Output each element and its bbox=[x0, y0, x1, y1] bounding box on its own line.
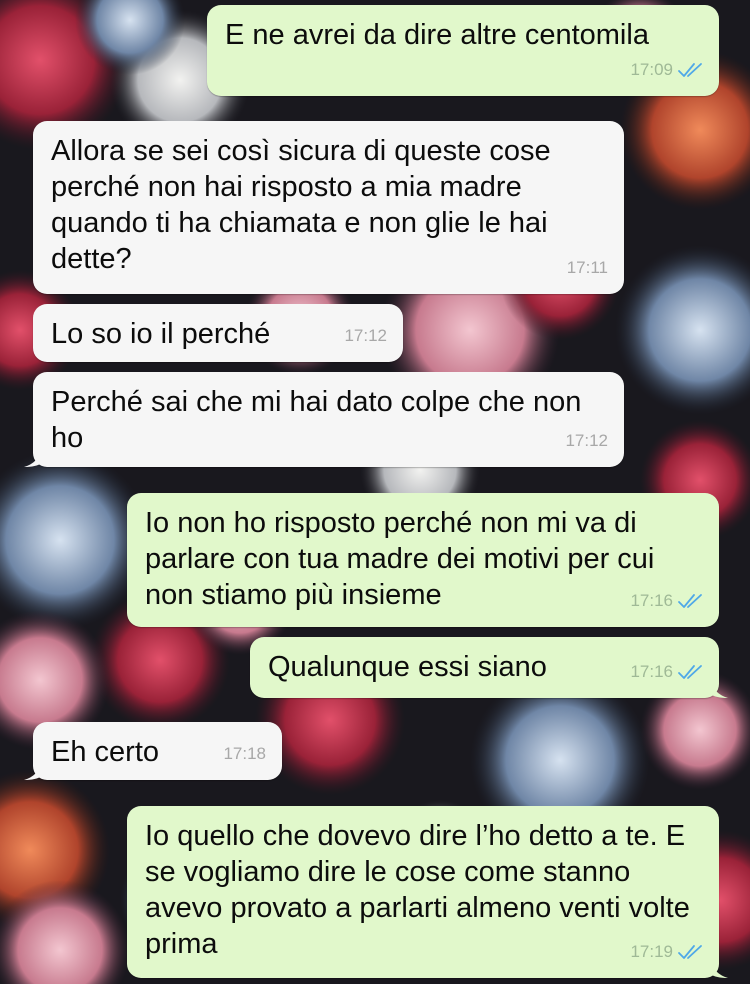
read-double-check-icon bbox=[678, 63, 702, 77]
message-meta: 17:19 bbox=[630, 934, 705, 970]
bubble-tail bbox=[24, 762, 42, 780]
bubble-tail bbox=[24, 449, 42, 467]
incoming-message-bubble[interactable]: Eh certo 17:18 bbox=[24, 722, 282, 780]
outgoing-message-bubble[interactable]: Io non ho risposto perché non mi va di p… bbox=[127, 493, 719, 627]
read-double-check-icon bbox=[678, 665, 702, 679]
message-time: 17:18 bbox=[223, 744, 266, 763]
message-meta: 17:11 bbox=[567, 250, 608, 286]
message-time: 17:19 bbox=[630, 942, 673, 961]
message-time: 17:11 bbox=[566, 258, 608, 277]
message-meta: 17:09 bbox=[630, 52, 705, 88]
message-time: 17:12 bbox=[565, 431, 608, 450]
bubble-tail bbox=[710, 960, 728, 978]
message-meta: 17:18 bbox=[223, 736, 266, 772]
message-time: 17:09 bbox=[630, 60, 673, 79]
message-meta: 17:16 bbox=[630, 654, 705, 690]
outgoing-message-bubble[interactable]: Qualunque essi siano 17:16 bbox=[250, 637, 728, 698]
message-text: Perché sai che mi hai dato colpe che non… bbox=[51, 386, 590, 454]
message-text: Io non ho risposto perché non mi va di p… bbox=[145, 507, 663, 611]
message-meta: 17:12 bbox=[344, 318, 387, 354]
outgoing-message-bubble[interactable]: E ne avrei da dire altre centomila 17:09 bbox=[207, 5, 719, 96]
message-text: Allora se sei così sicura di queste cose… bbox=[51, 135, 559, 275]
read-double-check-icon bbox=[678, 945, 702, 959]
message-meta: 17:12 bbox=[565, 423, 608, 459]
message-time: 17:16 bbox=[630, 662, 673, 681]
bubble-tail bbox=[710, 680, 728, 698]
message-text: Io quello che dovevo dire l’ho detto a t… bbox=[145, 820, 698, 960]
message-time: 17:12 bbox=[344, 326, 387, 345]
message-text: E ne avrei da dire altre centomila bbox=[225, 19, 649, 51]
incoming-message-bubble[interactable]: Allora se sei così sicura di queste cose… bbox=[33, 121, 624, 294]
incoming-message-bubble[interactable]: Perché sai che mi hai dato colpe che non… bbox=[24, 372, 624, 467]
message-text: Lo so io il perché bbox=[51, 318, 271, 350]
message-time: 17:16 bbox=[630, 591, 673, 610]
message-meta: 17:16 bbox=[630, 583, 705, 619]
incoming-message-bubble[interactable]: Lo so io il perché 17:12 bbox=[33, 304, 403, 362]
read-double-check-icon bbox=[678, 594, 702, 608]
outgoing-message-bubble[interactable]: Io quello che dovevo dire l’ho detto a t… bbox=[127, 806, 728, 978]
